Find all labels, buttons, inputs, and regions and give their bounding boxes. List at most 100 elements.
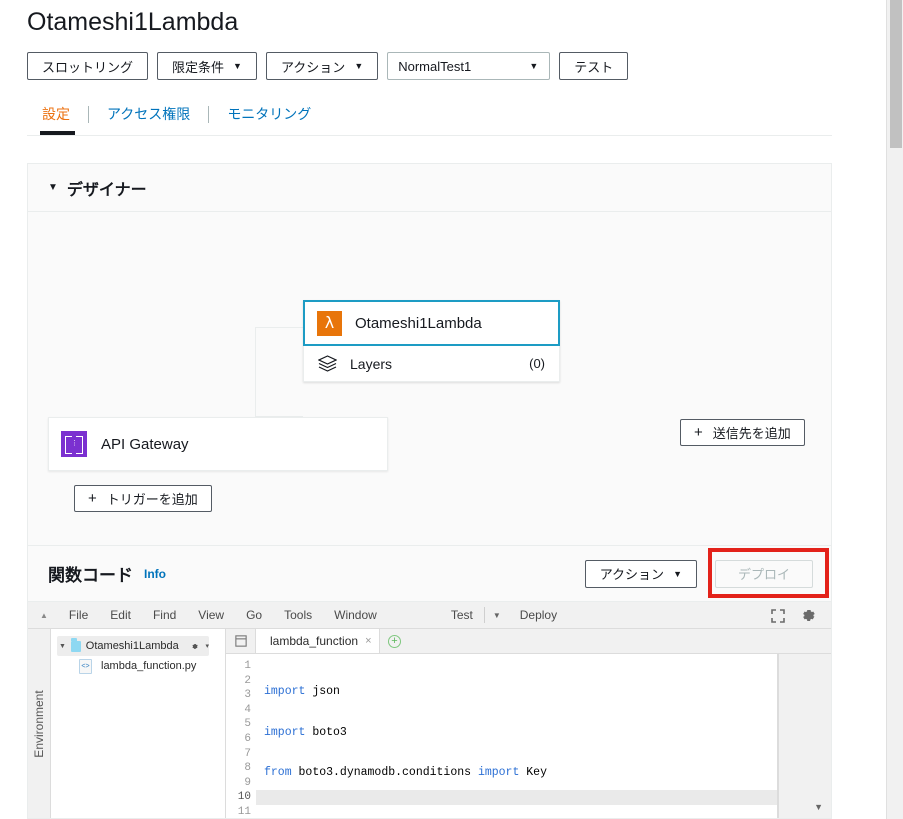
- layers-count: (0): [529, 356, 545, 371]
- line-number-gutter: 1 2 3 4 5 6 7 8 9 10 11 12: [226, 654, 256, 818]
- code-line: import json: [264, 685, 340, 698]
- editor-menu-right: [763, 602, 831, 629]
- add-trigger-label: トリガーを追加: [106, 492, 198, 507]
- chevron-down-icon: ▼: [233, 61, 242, 71]
- api-gateway-icon: ⋮: [61, 431, 87, 457]
- code-scroll-area[interactable]: 1 2 3 4 5 6 7 8 9 10 11 12: [226, 654, 831, 818]
- menu-window[interactable]: Window: [323, 608, 388, 622]
- tab-permissions-label: アクセス権限: [107, 106, 191, 122]
- designer-canvas: λ Otameshi1Lambda Layers (0) ⋮ API Gatew…: [28, 212, 831, 554]
- line-number: 4: [244, 703, 251, 716]
- editor-test-button[interactable]: Test: [440, 608, 484, 622]
- line-number: 8: [244, 762, 251, 775]
- add-trigger-button[interactable]: + トリガーを追加: [74, 485, 212, 512]
- menu-file[interactable]: File: [58, 608, 99, 622]
- designer-header[interactable]: ▼ デザイナー: [28, 164, 831, 212]
- line-number: 3: [244, 689, 251, 702]
- menu-find[interactable]: Find: [142, 608, 187, 622]
- environment-rail[interactable]: Environment: [28, 629, 51, 818]
- chevron-down-icon[interactable]: ▼: [814, 802, 823, 812]
- new-tab-button[interactable]: +: [380, 629, 410, 653]
- code-actions-button[interactable]: アクション ▼: [584, 559, 697, 588]
- editor-tab-bar: lambda_function × +: [226, 629, 831, 654]
- python-file-icon: <>: [79, 658, 92, 674]
- layers-icon: [318, 355, 337, 372]
- line-number-active: 10: [237, 791, 251, 804]
- qualifiers-button[interactable]: 限定条件 ▼: [157, 52, 257, 80]
- deploy-button[interactable]: デプロイ: [714, 559, 813, 588]
- tree-folder-row[interactable]: ▼ Otameshi1Lambda ▾: [57, 636, 209, 656]
- chevron-down-icon[interactable]: ▾: [205, 642, 209, 650]
- tab-permissions[interactable]: アクセス権限: [89, 98, 208, 135]
- tree-file-label: lambda_function.py: [101, 660, 197, 672]
- throttle-button[interactable]: スロットリング: [27, 52, 149, 80]
- tree-file-row[interactable]: <> lambda_function.py: [51, 656, 225, 676]
- menu-edit[interactable]: Edit: [99, 608, 142, 622]
- plus-icon: +: [88, 490, 97, 507]
- plus-circle-icon: +: [388, 634, 401, 648]
- editor-body: Environment ▼ Otameshi1Lambda ▾ <> lambd…: [28, 629, 831, 818]
- add-destination-button[interactable]: + 送信先を追加: [680, 419, 805, 446]
- connector-line-top: [255, 327, 303, 328]
- editor-file-tab[interactable]: lambda_function ×: [256, 629, 380, 653]
- line-number: 6: [244, 732, 251, 745]
- deploy-button-label: デプロイ: [737, 567, 790, 582]
- function-code-header: 関数コード Info アクション ▼ デプロイ: [28, 546, 831, 602]
- expand-icon[interactable]: [763, 602, 793, 629]
- tab-monitoring[interactable]: モニタリング: [209, 98, 329, 135]
- test-event-select[interactable]: NormalTest1 ▼: [387, 52, 551, 80]
- code-content[interactable]: import json import boto3 from boto3.dyna…: [264, 654, 831, 818]
- designer-title: デザイナー: [66, 181, 147, 199]
- editor-right-pane: ▼: [778, 654, 831, 818]
- test-event-value: NormalTest1: [398, 58, 472, 74]
- file-tree: ▼ Otameshi1Lambda ▾ <> lambda_function.p…: [51, 629, 226, 818]
- actions-button[interactable]: アクション ▼: [265, 52, 379, 80]
- menu-go[interactable]: Go: [235, 608, 273, 622]
- folder-icon: [70, 637, 81, 652]
- lambda-function-node[interactable]: λ Otameshi1Lambda Layers (0): [303, 300, 560, 382]
- code-line: from boto3.dynamodb.conditions import Ke…: [264, 766, 547, 780]
- lambda-node-name: Otameshi1Lambda: [355, 314, 482, 332]
- menu-tools[interactable]: Tools: [273, 608, 323, 622]
- editor-deploy-button[interactable]: Deploy: [509, 608, 568, 622]
- test-button[interactable]: テスト: [559, 52, 629, 80]
- plus-icon: +: [694, 424, 703, 441]
- tab-list-icon[interactable]: [226, 629, 256, 653]
- tab-settings[interactable]: 設定: [27, 98, 88, 135]
- line-number: 7: [244, 747, 251, 760]
- page-title: Otameshi1Lambda: [27, 8, 239, 36]
- chevron-up-icon[interactable]: ▲: [38, 611, 58, 620]
- menu-view[interactable]: View: [187, 608, 235, 622]
- chevron-down-icon: ▼: [354, 61, 364, 71]
- layers-row[interactable]: Layers (0): [303, 346, 560, 382]
- chevron-down-icon: ▼: [59, 642, 66, 650]
- page-scrollbar-thumb[interactable]: [890, 0, 902, 148]
- chevron-down-icon: ▼: [673, 568, 682, 579]
- code-line: import boto3: [264, 725, 347, 739]
- tree-folder-label: Otameshi1Lambda: [85, 640, 179, 652]
- gear-icon[interactable]: [191, 641, 199, 652]
- actions-button-label: アクション: [280, 59, 346, 75]
- gear-icon[interactable]: [793, 602, 823, 629]
- line-number: 5: [244, 718, 251, 731]
- lambda-node-header[interactable]: λ Otameshi1Lambda: [303, 300, 560, 346]
- editor-pane: lambda_function × + 1 2 3 4 5 6 7 8 9 10…: [226, 629, 831, 818]
- test-button-label: テスト: [574, 59, 614, 75]
- close-icon[interactable]: ×: [365, 635, 371, 647]
- info-link[interactable]: Info: [144, 567, 166, 581]
- function-code-title: 関数コード: [48, 566, 133, 585]
- chevron-down-icon[interactable]: ▼: [485, 611, 509, 620]
- tab-bar: 設定 アクセス権限 モニタリング: [27, 98, 832, 136]
- qualifiers-button-label: 限定条件: [172, 59, 225, 75]
- tab-monitoring-label: モニタリング: [227, 106, 312, 122]
- trigger-api-gateway[interactable]: ⋮ API Gateway: [48, 417, 388, 471]
- function-code-actions: アクション ▼ デプロイ: [584, 559, 813, 588]
- function-code-panel: 関数コード Info アクション ▼ デプロイ ▲ File Edit Find…: [27, 545, 832, 819]
- connector-line-vertical: [255, 327, 256, 417]
- page-scrollbar[interactable]: [886, 0, 903, 819]
- line-number: 9: [244, 776, 251, 789]
- code-actions-label: アクション: [599, 567, 665, 582]
- editor-file-tab-label: lambda_function: [270, 634, 359, 648]
- chevron-down-icon: ▼: [529, 61, 539, 71]
